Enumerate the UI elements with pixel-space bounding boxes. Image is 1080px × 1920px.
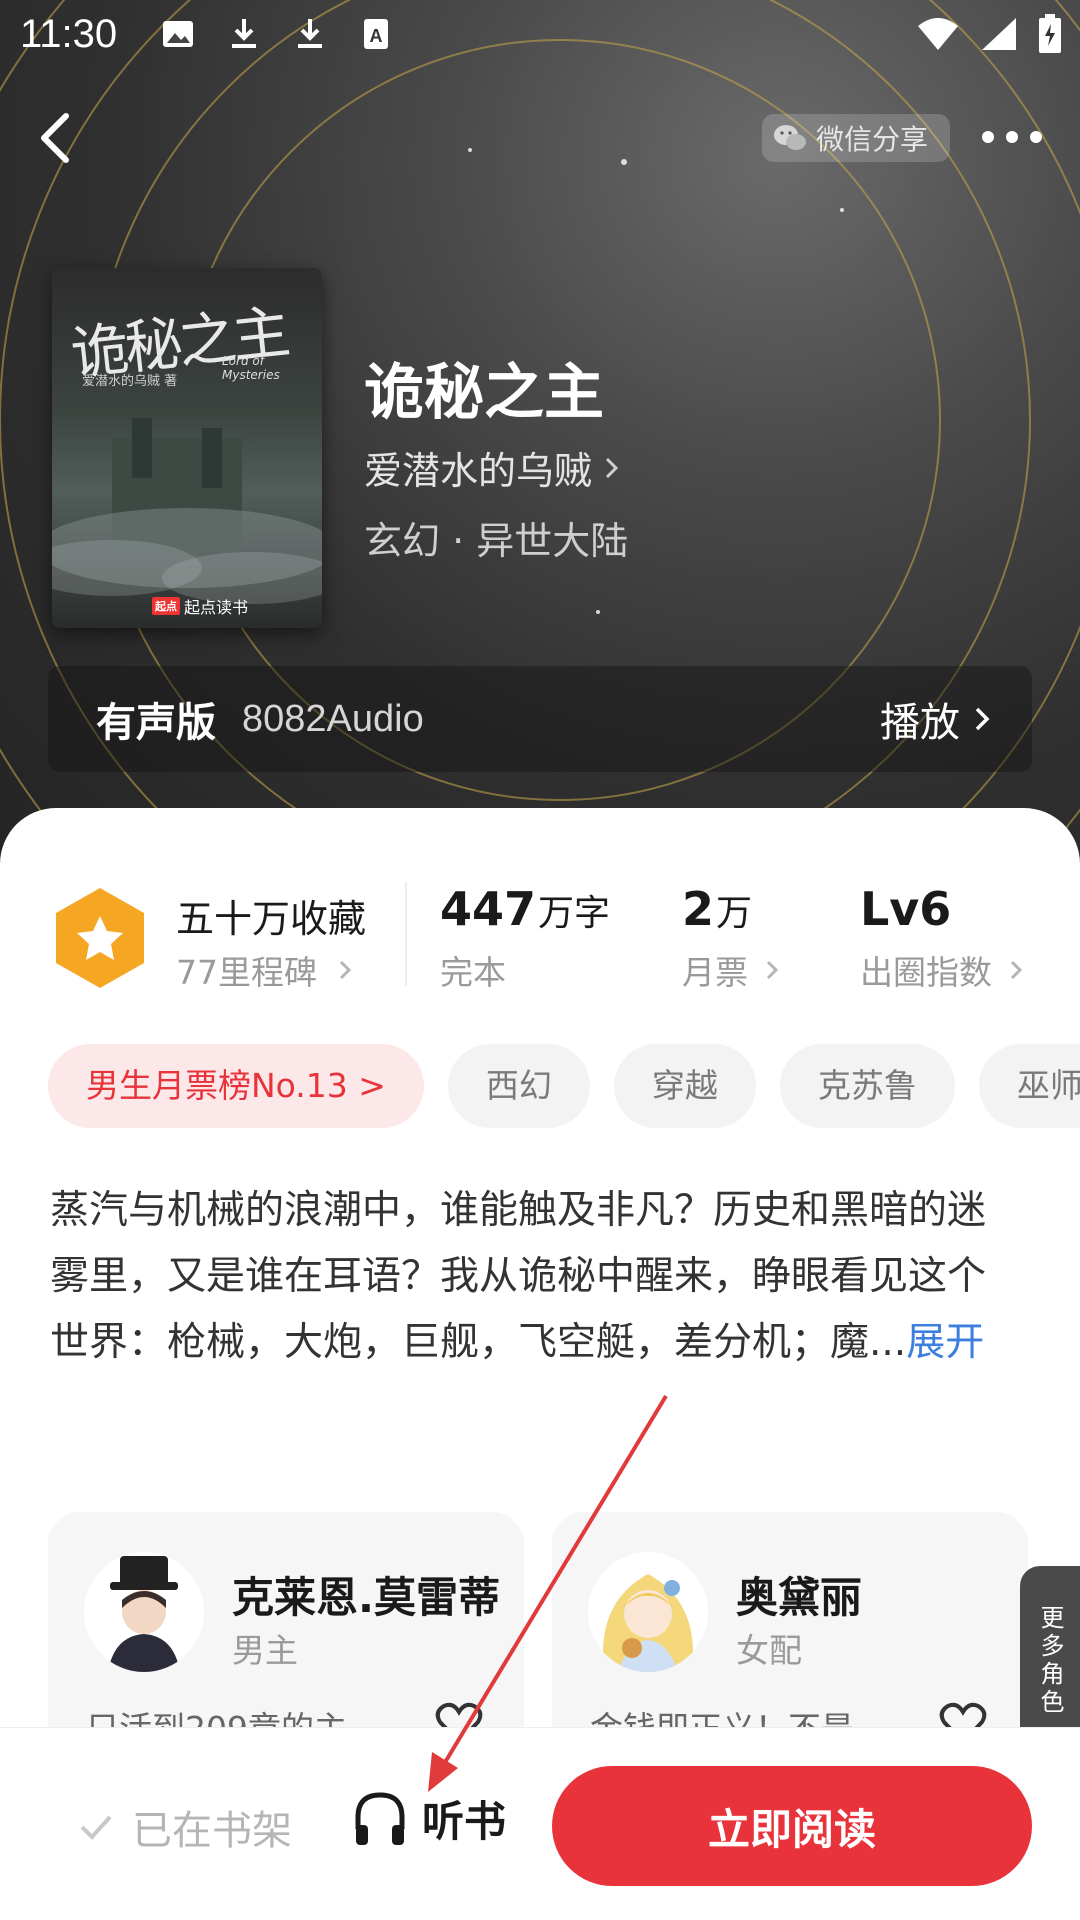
bottom-action-bar: 已在书架 听书 立即阅读 xyxy=(0,1727,1080,1920)
status-bar: 11:30 A xyxy=(0,0,1080,76)
milestone-link[interactable]: 77里程碑 xyxy=(176,946,353,994)
chevron-right-icon xyxy=(339,960,352,980)
chevron-right-icon xyxy=(975,707,990,731)
cover-english-title: Lord of Mysteries xyxy=(222,354,280,382)
character-name: 克莱恩.莫雷蒂 xyxy=(232,1573,500,1622)
expand-link[interactable]: 展开 xyxy=(906,1320,984,1365)
svg-text:A: A xyxy=(370,26,383,46)
book-cover[interactable]: 诡秘之主 Lord of Mysteries 爱潜水的乌贼 著 起点 起点读书 xyxy=(52,268,322,628)
chevron-right-icon xyxy=(766,960,779,980)
read-now-button[interactable]: 立即阅读 xyxy=(552,1766,1032,1886)
cover-brand-mark: 起点 xyxy=(152,597,180,615)
tag-list: 男生月票榜No.13 > 西幻 穿越 克苏鲁 巫师 xyxy=(48,1044,1080,1128)
book-header-hero: 11:30 A 微信分享 诡秘之主 Lord of Mysteries 爱潜水的… xyxy=(0,0,1080,880)
download-icon-2 xyxy=(292,16,328,52)
character-name: 奥黛丽 xyxy=(736,1573,863,1622)
download-icon xyxy=(226,16,262,52)
chevron-right-icon xyxy=(605,457,619,478)
share-label: 微信分享 xyxy=(816,123,929,156)
book-title: 诡秘之主 xyxy=(364,358,604,428)
listen-label: 听书 xyxy=(422,1797,507,1846)
author-name: 爱潜水的乌贼 xyxy=(364,449,593,493)
signal-icon xyxy=(982,18,1016,50)
stats-row: 五十万收藏 77里程碑 447 万字 完本 2万 月票 Lv6 出圈指数 xyxy=(0,876,1080,1006)
headphones-icon xyxy=(355,1791,405,1845)
author-link[interactable]: 爱潜水的乌贼 xyxy=(364,440,622,495)
monthly-votes-stat[interactable]: 2万 月票 xyxy=(682,882,780,994)
character-avatar xyxy=(84,1552,204,1672)
battery-icon xyxy=(1039,14,1061,53)
audiobook-bar[interactable]: 有声版 8082Audio 播放 xyxy=(48,666,1032,772)
tag-item[interactable]: 巫师 xyxy=(978,1044,1080,1128)
character-card[interactable]: 克莱恩.莫雷蒂 男主 只活到209章的主... xyxy=(48,1512,524,1752)
on-shelf-status: 已在书架 xyxy=(76,1798,292,1856)
audio-narrator: 8082Audio xyxy=(242,697,424,740)
app-notification-icon: A xyxy=(358,16,394,52)
collection-count: 五十万收藏 xyxy=(176,897,367,941)
cover-artwork xyxy=(52,418,322,604)
wechat-icon xyxy=(774,125,806,150)
book-genre: 玄幻 · 异世大陆 xyxy=(364,519,629,563)
audio-play-button[interactable]: 播放 xyxy=(880,690,992,748)
chevron-left-icon xyxy=(41,113,69,163)
more-options-button[interactable] xyxy=(982,122,1052,152)
character-role: 女配 xyxy=(736,1631,802,1670)
check-icon xyxy=(80,1815,112,1840)
character-card[interactable]: 奥黛丽 女配 金钱即正义！不是... xyxy=(552,1512,1028,1752)
on-shelf-label: 已在书架 xyxy=(132,1808,292,1854)
wifi-icon xyxy=(918,18,958,50)
word-count-stat: 447 万字 完本 xyxy=(440,882,611,992)
listen-button[interactable]: 听书 xyxy=(352,1788,506,1849)
chevron-right-icon xyxy=(1010,960,1023,980)
tag-item[interactable]: 西幻 xyxy=(447,1044,590,1128)
cover-author: 爱潜水的乌贼 著 xyxy=(82,374,178,389)
character-role: 男主 xyxy=(232,1631,298,1670)
more-dot-icon xyxy=(982,131,994,143)
star-badge-icon xyxy=(56,888,144,988)
character-avatar xyxy=(588,1552,708,1672)
status-time: 11:30 xyxy=(20,12,118,56)
tag-item[interactable]: 穿越 xyxy=(613,1044,756,1128)
synopsis[interactable]: 蒸汽与机械的浪潮中，谁能触及非凡？历史和黑暗的迷雾里，又是谁在耳语？我从诡秘中醒… xyxy=(50,1178,1010,1376)
tag-item[interactable]: 克苏鲁 xyxy=(779,1044,955,1128)
popularity-index-stat[interactable]: Lv6 出圈指数 xyxy=(860,882,1024,994)
back-button[interactable] xyxy=(28,108,88,168)
cover-brand: 起点 起点读书 xyxy=(152,594,248,618)
wechat-share-button[interactable]: 微信分享 xyxy=(762,114,950,162)
tag-rank[interactable]: 男生月票榜No.13 > xyxy=(48,1044,424,1128)
divider xyxy=(405,882,407,986)
audio-label: 有声版 xyxy=(96,700,216,746)
synopsis-text: 蒸汽与机械的浪潮中，谁能触及非凡？历史和黑暗的迷雾里，又是谁在耳语？我从诡秘中醒… xyxy=(50,1188,987,1365)
image-notification-icon xyxy=(160,16,196,52)
